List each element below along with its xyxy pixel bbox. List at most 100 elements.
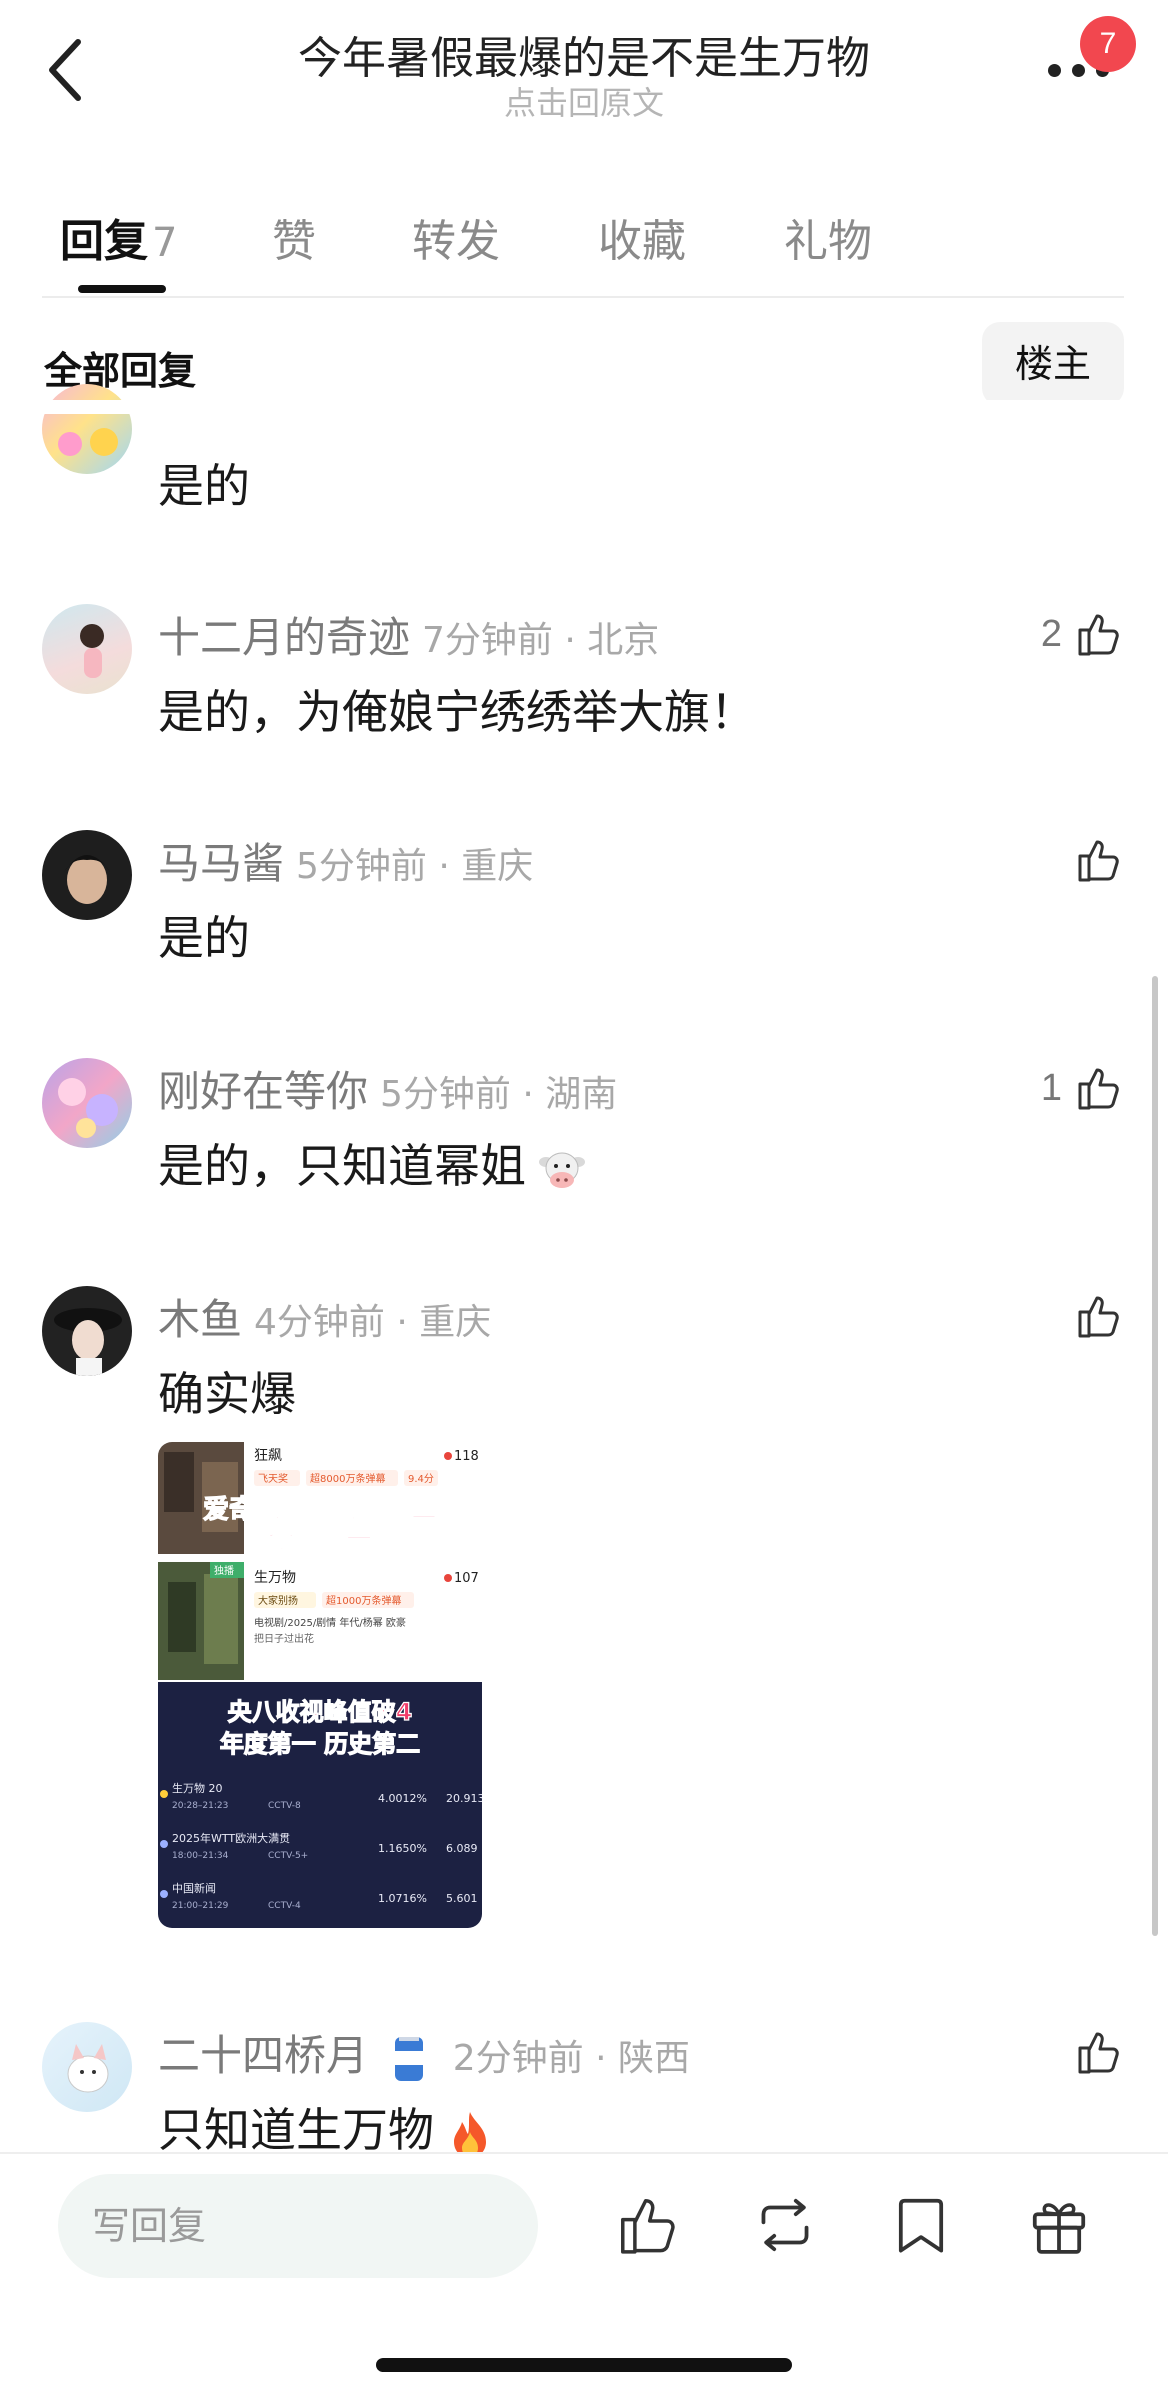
comment-meta: 刚好在等你 5分钟前 · 湖南	[158, 1058, 617, 1119]
comment-attached-image[interactable]: 狂飙 118 飞天奖 超8000万条弹幕 9.4分 爱奇艺热度历史第二 今年第一…	[158, 1442, 482, 1928]
exclusive-badge: 独播	[214, 1564, 234, 1577]
gift-icon	[1032, 2203, 1086, 2254]
header: 今年暑假最爆的是不是生万物 点击回原文 7	[0, 0, 1168, 140]
program-name: 生万物 20	[172, 1781, 223, 1795]
tab-favorites[interactable]: 收藏	[598, 205, 686, 269]
comment-item: 马马酱 5分钟前 · 重庆 是的	[0, 830, 1168, 980]
avatar-art	[58, 1078, 118, 1138]
comment-meta: 二十四桥月 2分钟前 · 陕西	[158, 2022, 690, 2085]
row2-desc: 把日子过出花	[254, 1632, 314, 1645]
like-button[interactable]: 1	[1041, 1058, 1124, 1118]
thumbs-up-icon	[1078, 2032, 1119, 2074]
like-button[interactable]	[1072, 1286, 1124, 1346]
row2-heat: 107	[454, 1571, 479, 1586]
avatar[interactable]	[42, 1058, 132, 1148]
comment-text: 确实爆	[158, 1367, 296, 1421]
row1-tag: 超8000万条弹幕	[310, 1472, 385, 1485]
like-count: 1	[1040, 1066, 1062, 1109]
divider	[0, 2152, 1168, 2154]
like-post-button[interactable]	[612, 2190, 682, 2260]
like-button[interactable]: 2	[1041, 604, 1124, 664]
comment-item: 木鱼 4分钟前 · 重庆 确实爆	[0, 1286, 1168, 1436]
tab-count: 7	[152, 220, 178, 266]
username[interactable]: 马马酱	[158, 839, 284, 888]
username[interactable]: 二十四桥月	[158, 2031, 368, 2080]
avatar[interactable]	[42, 384, 132, 474]
row2-tag: 大家别扬	[258, 1594, 298, 1607]
comment-text: 只知道生万物	[158, 2094, 496, 2160]
page-title[interactable]: 今年暑假最爆的是不是生万物	[0, 22, 1168, 86]
program-time: 20:28–21:23	[172, 1801, 228, 1811]
scrollbar[interactable]	[1152, 976, 1158, 1936]
program-time: 21:00–21:29	[172, 1901, 229, 1911]
like-count: 2	[1040, 612, 1062, 655]
tab-reposts[interactable]: 转发	[412, 205, 500, 269]
beverage-can-badge-icon	[395, 2036, 424, 2081]
gift-button[interactable]	[1024, 2190, 1094, 2260]
tab-replies[interactable]: 回复 7	[60, 205, 177, 269]
channel: CCTV-4	[268, 1901, 301, 1911]
thumbs-up-icon	[1078, 614, 1119, 656]
avatar[interactable]	[42, 2022, 132, 2112]
timestamp-location: 7分钟前 · 北京	[422, 620, 660, 661]
row1-tag: 飞天奖	[258, 1472, 288, 1485]
tab-bar: 回复 7 赞 转发 收藏 礼物	[0, 195, 1168, 295]
reply-input[interactable]: 写回复	[58, 2174, 538, 2278]
username[interactable]: 刚好在等你	[158, 1067, 368, 1116]
channel: CCTV-5+	[268, 1851, 308, 1861]
home-indicator[interactable]	[376, 2358, 792, 2372]
avatar-art	[54, 1308, 122, 1376]
rating: 1.0716%	[378, 1892, 427, 1905]
tab-label: 回复	[60, 216, 148, 267]
overlay-headline: 今年第一	[268, 1524, 372, 1555]
all-replies-label: 全部回复	[44, 349, 197, 393]
username[interactable]: 十二月的奇迹	[158, 613, 410, 662]
avatar-art	[64, 855, 110, 904]
flame-icon	[444, 1574, 452, 1582]
row2-info: 电视剧/2025/剧情 年代/杨幂 欧豪	[254, 1616, 406, 1629]
divider	[42, 296, 1124, 298]
tab-likes[interactable]: 赞	[272, 205, 316, 269]
thumbs-up-icon	[1078, 1068, 1119, 1110]
row1-heat: 118	[454, 1449, 479, 1464]
active-tab-indicator	[78, 285, 166, 293]
repost-button[interactable]	[750, 2190, 820, 2260]
avatar-art	[67, 2044, 109, 2093]
like-button[interactable]	[1072, 2022, 1124, 2082]
flame-icon	[444, 1452, 452, 1460]
tab-gifts[interactable]: 礼物	[784, 205, 872, 269]
avatar[interactable]	[42, 830, 132, 920]
rating: 4.0012%	[378, 1792, 427, 1805]
timestamp-location: 2分钟前 · 陕西	[452, 2038, 690, 2079]
avatar-art	[58, 428, 118, 456]
comment-text: 是的	[158, 459, 250, 513]
channel: CCTV-8	[268, 1801, 301, 1811]
overlay-headline: 爱奇艺热度历史第二	[203, 1494, 437, 1525]
notification-badge: 7	[1080, 16, 1136, 72]
more-dot	[1048, 64, 1061, 77]
share: 5.601	[446, 1892, 478, 1905]
avatar[interactable]	[42, 1286, 132, 1376]
program-time: 18:00–21:34	[172, 1851, 229, 1861]
bookmark-button[interactable]	[886, 2190, 956, 2260]
username[interactable]: 木鱼	[158, 1295, 242, 1344]
screenshot-collage: 狂飙 118 飞天奖 超8000万条弹幕 9.4分 爱奇艺热度历史第二 今年第一…	[158, 1442, 482, 1928]
comment-item: 是的	[0, 384, 1168, 514]
back-to-original-link[interactable]: 点击回原文	[0, 78, 1168, 124]
scroll-mask	[0, 400, 1168, 414]
row2-title: 生万物	[254, 1570, 296, 1586]
owner-filter-button[interactable]: 楼主	[982, 322, 1124, 406]
avatar[interactable]	[42, 604, 132, 694]
overlay-headline: 年度第一 历史第二	[220, 1730, 420, 1758]
share: 20.913	[446, 1792, 482, 1805]
timestamp-location: 5分钟前 · 湖南	[380, 1074, 618, 1115]
comment-text-body: 只知道生万物	[158, 2103, 434, 2157]
share: 6.089	[446, 1842, 478, 1855]
like-button[interactable]	[1072, 830, 1124, 890]
comment-item: 十二月的奇迹 7分钟前 · 北京 是的，为俺娘宁绣绣举大旗！ 2	[0, 604, 1168, 754]
thumbs-up-icon	[1078, 1296, 1119, 1338]
avatar-art	[80, 624, 104, 678]
bookmark-icon	[898, 2198, 944, 2253]
comment-item: 刚好在等你 5分钟前 · 湖南 是的，只知道幂姐 1	[0, 1058, 1168, 1208]
more-dot	[1072, 64, 1085, 77]
